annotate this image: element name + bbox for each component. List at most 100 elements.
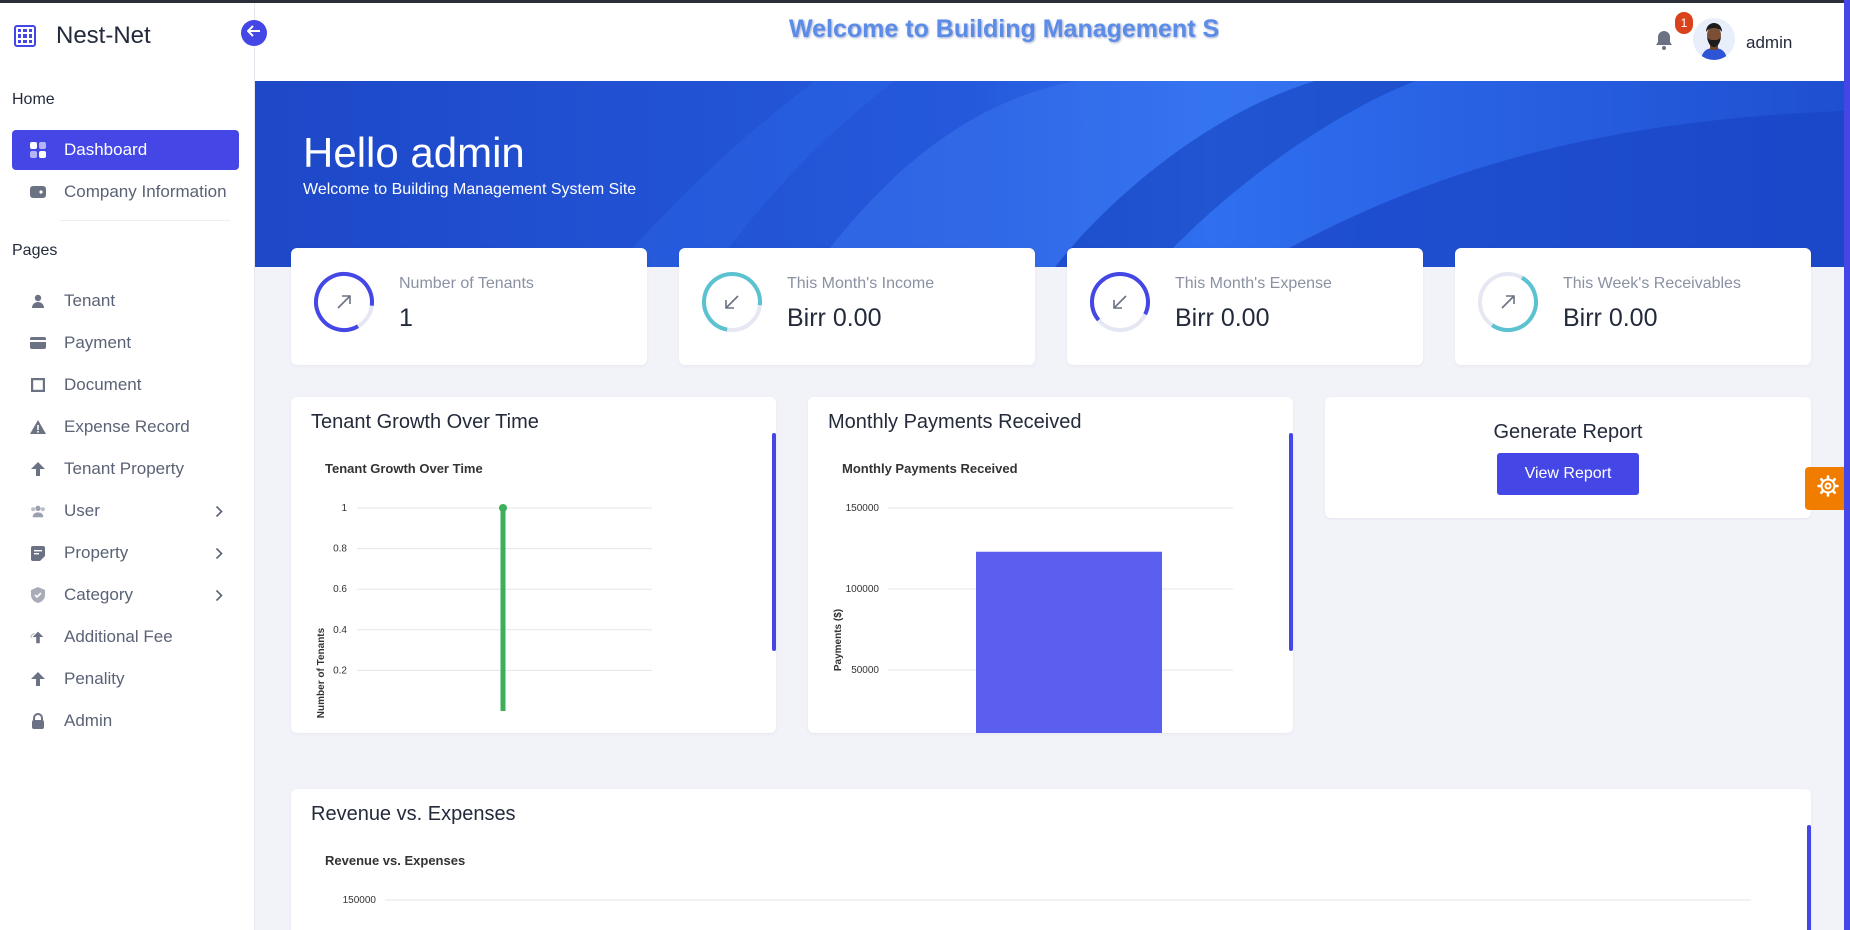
- stat-label: Number of Tenants: [399, 275, 534, 292]
- stat-card-expense: This Month's Expense Birr 0.00: [1067, 248, 1423, 365]
- arrow-up-right-icon: [313, 271, 375, 333]
- shield-icon: [30, 587, 46, 603]
- monthly-payments-chart: Monthly Payments Received Payments ($) 1…: [833, 461, 1233, 733]
- welcome-text: Welcome to Building Management System Si…: [789, 15, 1219, 43]
- report-title: Generate Report: [1493, 421, 1643, 443]
- bar: [976, 551, 1162, 733]
- bell-icon[interactable]: [1655, 30, 1673, 55]
- warning-icon: [30, 419, 46, 435]
- stat-value: Birr 0.00: [787, 304, 882, 332]
- sidebar-item-label: Admin: [64, 711, 113, 730]
- grid-icon: [14, 25, 36, 47]
- divider: [60, 220, 230, 221]
- panel-tenant-growth: Tenant Growth Over Time Tenant Growth Ov…: [291, 397, 776, 733]
- view-report-button[interactable]: View Report: [1497, 453, 1639, 495]
- section-label-home: Home: [12, 91, 55, 108]
- upload-icon: [30, 629, 46, 645]
- sidebar-item-label: Company Information: [64, 182, 227, 201]
- chevron-right-icon: [215, 587, 223, 607]
- tenant-growth-chart: Tenant Growth Over Time Number of Tenant…: [316, 461, 652, 718]
- sidebar-item-label: Tenant Property: [64, 459, 185, 478]
- chart-ylabel: Number of Tenants: [316, 627, 327, 718]
- chart-title: Monthly Payments Received: [842, 461, 1018, 476]
- revenue-expenses-chart: Revenue vs. Expenses 150000: [325, 853, 1751, 906]
- square-icon: [30, 377, 46, 393]
- welcome-marquee: Welcome to Building Management System Si…: [789, 15, 1219, 49]
- arrow-down-left-icon: [1089, 271, 1151, 333]
- person-icon: [30, 293, 46, 309]
- sidebar-item-label: Property: [64, 543, 129, 562]
- arrow-up-icon: [30, 461, 46, 477]
- lock-icon: [30, 713, 46, 729]
- y-tick-label: 50000: [851, 665, 879, 676]
- sidebar-item-company-information[interactable]: Company Information: [12, 172, 239, 212]
- stat-value: Birr 0.00: [1175, 304, 1270, 332]
- chart-title: Tenant Growth Over Time: [325, 461, 483, 476]
- wallet-icon: [30, 184, 46, 200]
- avatar[interactable]: [1693, 18, 1735, 60]
- sidebar-item-payment[interactable]: Payment: [12, 323, 239, 363]
- stat-value: Birr 0.00: [1563, 304, 1658, 332]
- card-icon: [30, 335, 46, 351]
- y-tick-label: 0.4: [333, 625, 347, 636]
- notification-badge: 1: [1675, 12, 1693, 34]
- top-header: Welcome to Building Management System Si…: [255, 3, 1850, 81]
- brand-name: Nest-Net: [56, 22, 151, 49]
- sidebar-item-label: Tenant: [64, 291, 116, 310]
- note-icon: [30, 545, 46, 561]
- stat-label: This Month's Income: [787, 275, 935, 292]
- sidebar-item-label: Category: [64, 585, 133, 604]
- hero-subtitle: Welcome to Building Management System Si…: [303, 181, 637, 198]
- data-point: [499, 504, 507, 512]
- panel-revenue-expenses: Revenue vs. Expenses Revenue vs. Expense…: [291, 789, 1811, 930]
- stat-card-income: This Month's Income Birr 0.00: [679, 248, 1035, 365]
- sidebar-item-label: Expense Record: [64, 417, 190, 436]
- stat-label: This Week's Receivables: [1563, 275, 1741, 292]
- stat-value: 1: [399, 304, 413, 332]
- y-tick-label: 1: [341, 503, 347, 514]
- sidebar-item-expense-record[interactable]: Expense Record: [12, 407, 239, 447]
- sidebar-item-additional-fee[interactable]: Additional Fee: [12, 617, 239, 657]
- chevron-right-icon: [215, 545, 223, 565]
- stat-card-tenants: Number of Tenants 1: [291, 248, 647, 365]
- chart-ylabel: Payments ($): [833, 609, 844, 671]
- users-icon: [30, 503, 46, 519]
- sidebar-item-label: Payment: [64, 333, 132, 352]
- sidebar-item-label: Additional Fee: [64, 627, 173, 646]
- stat-card-receivables: This Week's Receivables Birr 0.00: [1455, 248, 1811, 365]
- sidebar-item-label: User: [64, 501, 100, 520]
- sidebar-item-penality[interactable]: Penality: [12, 659, 239, 699]
- y-tick-label: 100000: [846, 584, 880, 595]
- sidebar-item-label: Penality: [64, 669, 125, 688]
- sidebar-item-dashboard[interactable]: Dashboard: [12, 130, 239, 170]
- sidebar-item-label: Document: [64, 375, 142, 394]
- y-tick-label: 0.6: [333, 584, 347, 595]
- sidebar-item-tenant[interactable]: Tenant: [12, 281, 239, 321]
- stat-label: This Month's Expense: [1175, 275, 1332, 292]
- user-name[interactable]: admin: [1746, 33, 1792, 53]
- y-tick-label: 0.8: [333, 544, 347, 555]
- chevron-right-icon: [215, 503, 223, 523]
- sidebar: Nest-Net Home Dashboard Company Informat…: [0, 0, 255, 930]
- sidebar-item-property[interactable]: Property: [12, 533, 239, 573]
- brand[interactable]: Nest-Net: [14, 22, 151, 50]
- sidebar-item-category[interactable]: Category: [12, 575, 239, 615]
- sidebar-item-user[interactable]: User: [12, 491, 239, 531]
- chart-title: Revenue vs. Expenses: [325, 853, 465, 868]
- sidebar-item-label: Dashboard: [64, 140, 148, 159]
- sidebar-item-document[interactable]: Document: [12, 365, 239, 405]
- window-top-border: [0, 0, 1850, 3]
- panel-monthly-payments: Monthly Payments Received Monthly Paymen…: [808, 397, 1293, 733]
- y-tick-label: 150000: [343, 895, 377, 906]
- collapse-sidebar-button[interactable]: [241, 20, 267, 46]
- arrow-up-icon: [30, 671, 46, 687]
- arrow-left-icon: [246, 24, 261, 42]
- section-label-pages: Pages: [12, 242, 58, 259]
- page-scrollbar[interactable]: [1844, 0, 1850, 930]
- hero-title: Hello admin: [303, 129, 525, 176]
- sidebar-item-admin[interactable]: Admin: [12, 701, 239, 741]
- sidebar-item-tenant-property[interactable]: Tenant Property: [12, 449, 239, 489]
- arrow-up-right-icon: [1477, 271, 1539, 333]
- arrow-down-left-icon: [701, 271, 763, 333]
- hero-banner: Hello admin Welcome to Building Manageme…: [255, 81, 1844, 267]
